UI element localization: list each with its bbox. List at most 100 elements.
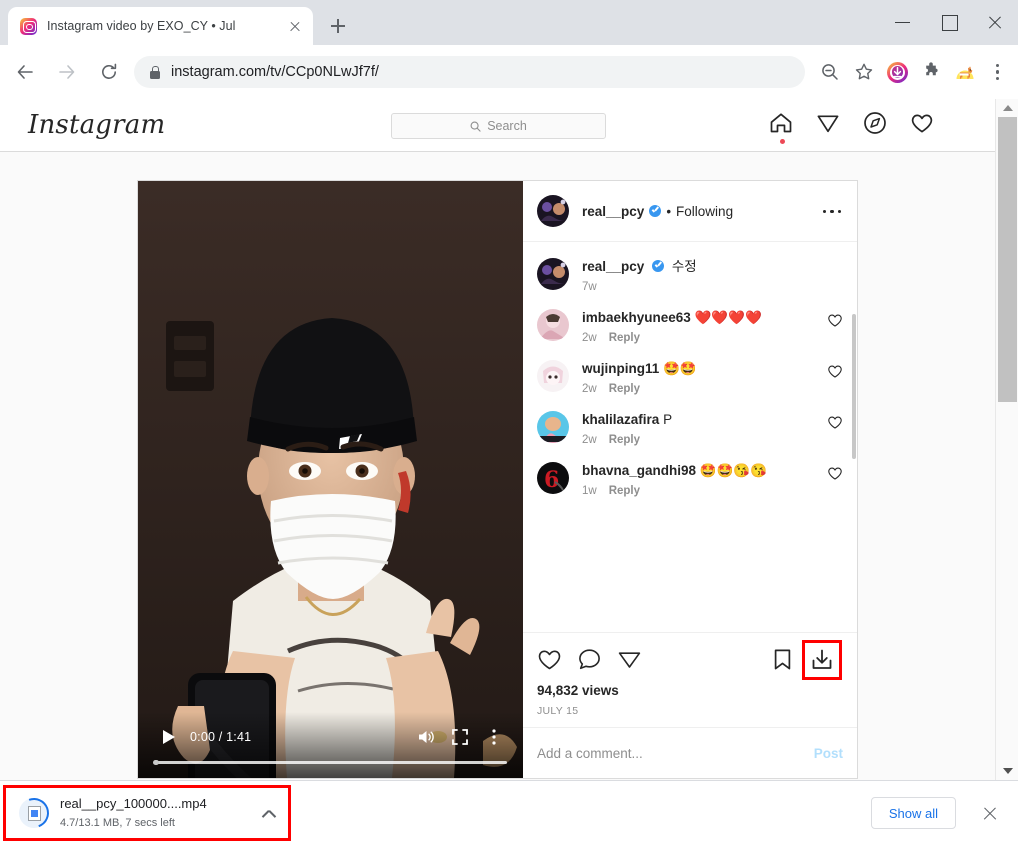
messenger-send-icon[interactable]: [815, 110, 841, 136]
comment-bubble-icon[interactable]: [577, 647, 603, 673]
comment-time: 2w: [582, 434, 597, 446]
video-options-icon[interactable]: [477, 722, 511, 752]
comment-text: ❤️❤️❤️❤️: [694, 310, 762, 325]
search-icon: [470, 121, 481, 132]
follow-state[interactable]: Following: [676, 204, 733, 219]
share-paper-plane-icon[interactable]: [617, 647, 643, 673]
instagram-logo[interactable]: Instagram: [28, 110, 165, 140]
instagram-favicon: [20, 17, 37, 35]
comment-reply-link[interactable]: Reply: [609, 434, 640, 446]
minimize-button[interactable]: [880, 0, 926, 45]
post-comment-button[interactable]: Post: [814, 746, 843, 761]
maximize-button[interactable]: [926, 0, 972, 45]
post-date: JULY 15: [537, 705, 579, 717]
video-progress-bar[interactable]: [153, 759, 507, 766]
caption-username[interactable]: real__pcy: [582, 259, 644, 274]
new-tab-button[interactable]: [325, 13, 351, 39]
fullscreen-icon[interactable]: [443, 722, 477, 752]
avatar[interactable]: [537, 360, 569, 392]
heart-icon[interactable]: [827, 465, 843, 481]
chevron-up-icon[interactable]: [256, 800, 282, 826]
address-bar[interactable]: instagram.com/tv/CCp0NLwJf7f/: [134, 56, 805, 88]
comment-item: 6 bhavna_gandhi98 🤩🤩😘😘 1w Reply: [537, 462, 843, 497]
bookmark-icon[interactable]: [770, 647, 796, 673]
heart-icon[interactable]: [827, 312, 843, 328]
zoom-out-icon[interactable]: [813, 55, 847, 89]
scrollbar-thumb[interactable]: [998, 117, 1017, 402]
three-dot-more-icon[interactable]: [819, 198, 845, 224]
reload-button[interactable]: [92, 55, 126, 89]
caption-time: 7w: [582, 281, 597, 293]
avatar[interactable]: [537, 411, 569, 443]
verified-badge-icon: [649, 205, 662, 217]
heart-icon[interactable]: [827, 363, 843, 379]
add-comment-row: Add a comment... Post: [523, 727, 857, 778]
comment-username[interactable]: khalilazafira: [582, 412, 659, 427]
post-author-username[interactable]: real__pcy: [582, 204, 644, 219]
avatar[interactable]: [537, 258, 569, 290]
heart-activity-icon[interactable]: [909, 110, 935, 136]
comment-time: 1w: [582, 485, 597, 497]
close-shelf-icon[interactable]: [978, 801, 1002, 825]
comment-username[interactable]: wujinping11: [582, 361, 659, 376]
comments-scrollbar[interactable]: [852, 314, 856, 459]
home-icon[interactable]: [768, 110, 794, 144]
comment-reply-link[interactable]: Reply: [609, 383, 640, 395]
bookmark-star-icon[interactable]: [847, 55, 881, 89]
view-count: 94,832 views: [537, 683, 619, 698]
forward-button[interactable]: [50, 55, 84, 89]
avatar[interactable]: [537, 195, 569, 227]
comment-username[interactable]: bhavna_gandhi98: [582, 463, 696, 478]
comment-text: 🤩🤩: [663, 361, 697, 376]
show-all-downloads-button[interactable]: Show all: [870, 797, 956, 829]
back-button[interactable]: [8, 55, 42, 89]
download-shelf: real__pcy_100000....mp4 4.7/13.1 MB, 7 s…: [0, 780, 1018, 844]
comment-reply-link[interactable]: Reply: [609, 485, 640, 497]
puzzle-extensions-icon[interactable]: [914, 55, 948, 89]
instagram-post: 0:00 / 1:41 real__pcy • Following real__…: [137, 180, 858, 779]
comment-item: khalilazafira P 2w Reply: [537, 411, 843, 446]
post-caption: real__pcy 수정 7w: [537, 258, 843, 293]
tab-close-icon[interactable]: [285, 16, 305, 36]
corgi-extension-icon[interactable]: [954, 61, 976, 83]
volume-icon[interactable]: [409, 722, 443, 752]
comment-text: P: [663, 412, 673, 427]
play-icon[interactable]: [152, 722, 186, 752]
address-bar-url: instagram.com/tv/CCp0NLwJf7f/: [171, 64, 379, 80]
page-scrollbar[interactable]: [995, 99, 1018, 780]
tab-strip: Instagram video by EXO_CY • Jul: [0, 0, 1018, 45]
comment-username[interactable]: imbaekhyunee63: [582, 310, 691, 325]
scroll-up-button[interactable]: [996, 99, 1018, 117]
like-heart-icon[interactable]: [537, 647, 563, 673]
heart-icon[interactable]: [827, 414, 843, 430]
avatar[interactable]: 6: [537, 462, 569, 494]
download-status: 4.7/13.1 MB, 7 secs left: [60, 817, 175, 829]
instagram-downloader-extension-icon[interactable]: [887, 61, 908, 83]
download-video-button[interactable]: [802, 640, 842, 680]
comment-text: 🤩🤩😘😘: [699, 463, 768, 478]
post-author: real__pcy • Following: [582, 204, 806, 219]
video-controls: 0:00 / 1:41: [138, 712, 523, 778]
comment-time: 2w: [582, 383, 597, 395]
explore-compass-icon[interactable]: [862, 110, 888, 136]
add-comment-input[interactable]: Add a comment...: [537, 746, 814, 761]
download-arrow-icon: [812, 649, 832, 669]
instagram-nav: [768, 110, 935, 144]
download-item[interactable]: real__pcy_100000....mp4 4.7/13.1 MB, 7 s…: [3, 785, 291, 841]
search-input[interactable]: Search: [391, 113, 606, 139]
post-video[interactable]: 0:00 / 1:41: [138, 181, 523, 778]
scroll-down-button[interactable]: [996, 762, 1018, 780]
download-filename: real__pcy_100000....mp4: [60, 796, 207, 811]
comment-reply-link[interactable]: Reply: [609, 332, 640, 344]
avatar[interactable]: [537, 309, 569, 341]
svg-text:6: 6: [544, 467, 559, 493]
browser-tab[interactable]: Instagram video by EXO_CY • Jul: [8, 7, 313, 45]
verified-badge-icon: [652, 260, 665, 272]
caption-text: 수정: [671, 259, 697, 274]
three-dot-menu-icon[interactable]: [982, 55, 1012, 89]
tab-title: Instagram video by EXO_CY • Jul: [47, 19, 236, 33]
separator: •: [666, 203, 672, 219]
search-placeholder: Search: [487, 119, 527, 133]
download-progress-icon: [14, 793, 54, 833]
window-close-button[interactable]: [972, 0, 1018, 45]
